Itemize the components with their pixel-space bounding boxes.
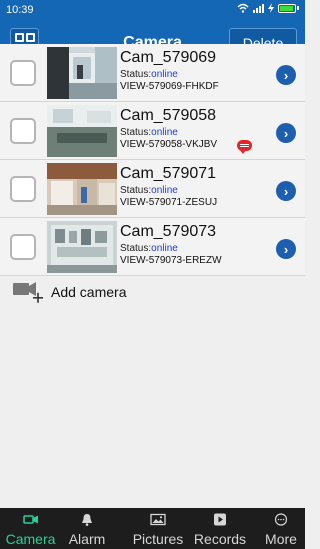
message-icon[interactable] xyxy=(237,140,252,154)
camera-name: Cam_579071 xyxy=(120,165,217,182)
camera-row[interactable]: Cam_579071 Status:online VIEW-579071-ZES… xyxy=(0,160,305,218)
tab-records[interactable]: Records xyxy=(193,508,247,549)
camera-checkbox[interactable] xyxy=(10,118,36,144)
video-camera-icon xyxy=(22,515,38,524)
camera-thumbnail xyxy=(47,163,117,215)
status-label: Status: xyxy=(120,127,152,138)
more-dots-icon xyxy=(274,513,288,526)
tab-pictures[interactable]: Pictures xyxy=(128,508,188,549)
add-camera-button[interactable]: Add camera xyxy=(0,278,305,306)
status-value: online xyxy=(151,243,178,254)
camera-thumbnail xyxy=(47,221,117,273)
status-value: online xyxy=(151,185,178,196)
battery-tip xyxy=(297,6,299,10)
status-icons xyxy=(237,3,299,13)
battery-icon xyxy=(278,3,296,13)
camera-status: Status:online xyxy=(120,185,178,196)
chevron-right-icon: › xyxy=(283,125,289,141)
tab-camera[interactable]: Camera xyxy=(0,508,61,549)
camera-list: Cam_579069 Status:online VIEW-579069-FHK… xyxy=(0,44,305,276)
status-label: Status: xyxy=(120,69,152,80)
open-camera-button[interactable]: › xyxy=(276,123,296,143)
charging-icon xyxy=(268,3,274,13)
video-camera-plus-icon xyxy=(13,282,43,303)
bottom-tab-bar: Camera Alarm Pictures Records More xyxy=(0,508,305,549)
camera-name: Cam_579069 xyxy=(120,49,217,66)
status-time: 10:39 xyxy=(6,4,34,16)
camera-name: Cam_579058 xyxy=(120,107,217,124)
camera-checkbox[interactable] xyxy=(10,234,36,260)
tab-more[interactable]: More xyxy=(257,508,305,549)
camera-view-id: VIEW-579058-VKJBV xyxy=(120,139,218,150)
play-record-icon xyxy=(214,513,226,526)
tab-alarm[interactable]: Alarm xyxy=(61,508,113,549)
chevron-right-icon: › xyxy=(283,241,289,257)
camera-checkbox[interactable] xyxy=(10,60,36,86)
camera-thumbnail xyxy=(47,47,117,99)
tab-label: Alarm xyxy=(68,531,106,547)
status-label: Status: xyxy=(120,185,152,196)
camera-status: Status:online xyxy=(120,243,178,254)
camera-thumbnail xyxy=(47,105,117,157)
camera-row[interactable]: Cam_579058 Status:online VIEW-579058-VKJ… xyxy=(0,102,305,160)
chevron-right-icon: › xyxy=(283,67,289,83)
chevron-right-icon: › xyxy=(283,183,289,199)
camera-view-id: VIEW-579069-FHKDF xyxy=(120,81,219,92)
open-camera-button[interactable]: › xyxy=(276,239,296,259)
tab-label: Camera xyxy=(5,531,56,547)
bell-icon xyxy=(82,514,92,526)
status-value: online xyxy=(151,69,178,80)
camera-view-id: VIEW-579071-ZESUJ xyxy=(120,197,218,208)
camera-row[interactable]: Cam_579073 Status:online VIEW-579073-ERE… xyxy=(0,218,305,276)
tab-label: Records xyxy=(193,531,247,547)
camera-row[interactable]: Cam_579069 Status:online VIEW-579069-FHK… xyxy=(0,44,305,102)
open-camera-button[interactable]: › xyxy=(276,65,296,85)
signal-icon xyxy=(253,3,264,13)
tab-label: More xyxy=(265,531,297,547)
picture-icon xyxy=(150,513,166,526)
tab-label: Pictures xyxy=(132,531,184,547)
camera-name: Cam_579073 xyxy=(120,223,217,240)
open-camera-button[interactable]: › xyxy=(276,181,296,201)
camera-checkbox[interactable] xyxy=(10,176,36,202)
status-label: Status: xyxy=(120,243,152,254)
status-value: online xyxy=(151,127,178,138)
camera-view-id: VIEW-579073-EREZW xyxy=(120,255,222,266)
status-bar: 10:39 xyxy=(0,0,305,21)
camera-status: Status:online xyxy=(120,127,178,138)
add-camera-label: Add camera xyxy=(51,284,127,300)
camera-status: Status:online xyxy=(120,69,178,80)
wifi-icon xyxy=(237,3,249,13)
